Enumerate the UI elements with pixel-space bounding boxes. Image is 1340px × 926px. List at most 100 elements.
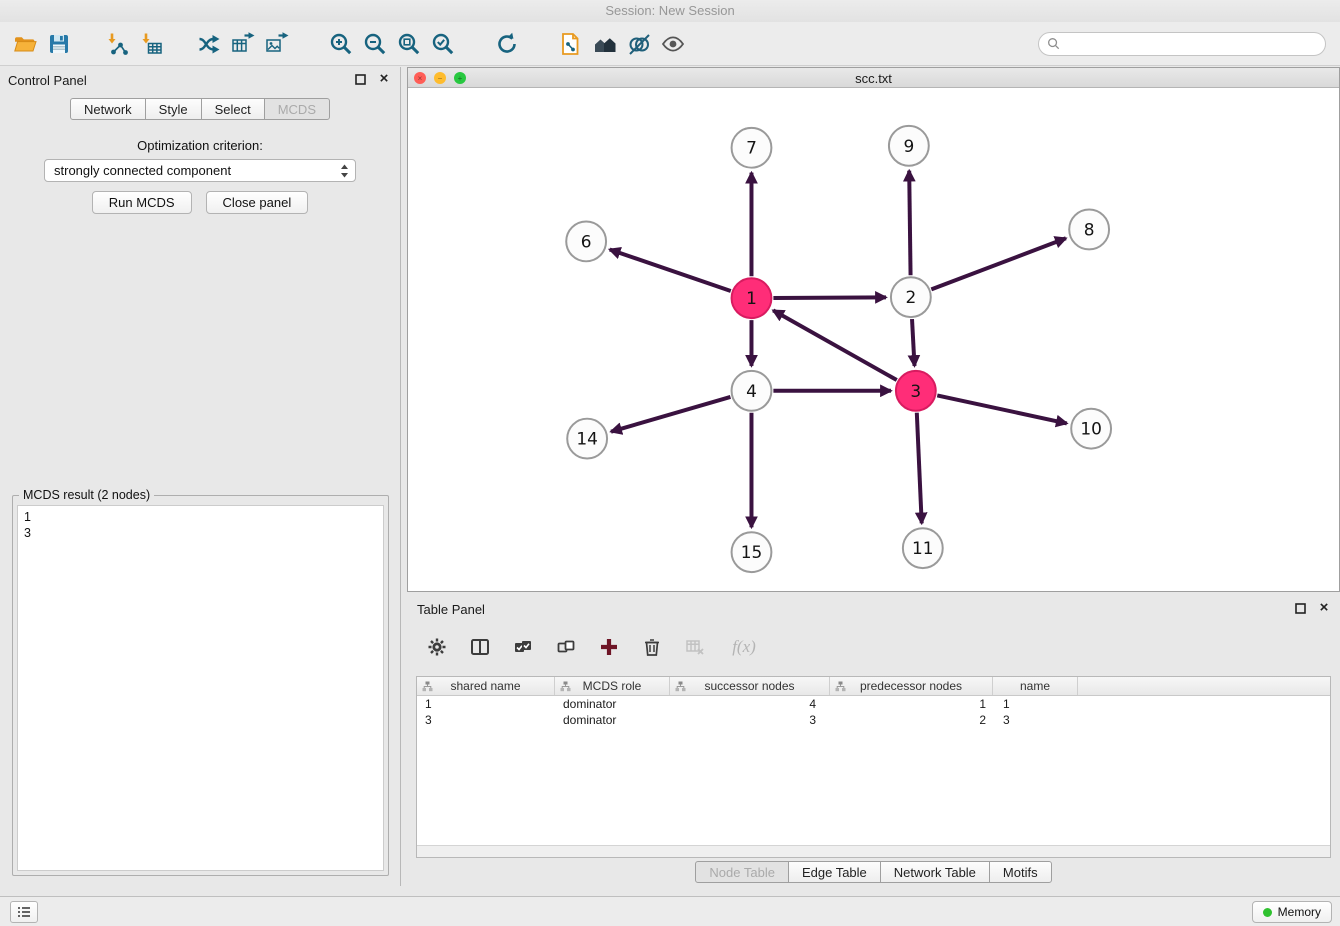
cell-shared-name[interactable]: 3 (417, 712, 555, 728)
mcds-result-groupbox: MCDS result (2 nodes) 1 3 (12, 495, 389, 876)
graph-edge-4-14[interactable] (611, 397, 730, 432)
import-network-button[interactable] (100, 27, 134, 61)
table-row[interactable]: 3 dominator 3 2 3 (417, 712, 1330, 728)
graph-node-4[interactable]: 4 (732, 371, 772, 411)
graph-edge-3-11[interactable] (917, 413, 922, 524)
venn-diagram-icon (626, 31, 652, 57)
unchecked-boxes-icon (556, 637, 576, 657)
clipboard-network-button[interactable] (554, 27, 588, 61)
column-label: predecessor nodes (860, 679, 962, 693)
tab-network-table[interactable]: Network Table (880, 861, 990, 883)
export-network-button[interactable] (192, 27, 226, 61)
column-header-mcds-role[interactable]: MCDS role (555, 677, 670, 695)
cell-successor-nodes[interactable]: 4 (670, 696, 830, 712)
graph-edge-2-9[interactable] (909, 171, 910, 276)
delete-table-button[interactable] (683, 635, 707, 659)
graph-node-8[interactable]: 8 (1069, 210, 1109, 250)
graph-node-11[interactable]: 11 (903, 528, 943, 568)
column-header-name[interactable]: name (993, 677, 1078, 695)
control-panel-title: Control Panel (8, 73, 87, 88)
select-all-columns-button[interactable] (511, 635, 535, 659)
venn-compare-button[interactable] (622, 27, 656, 61)
cell-predecessor-nodes[interactable]: 2 (830, 712, 993, 728)
network-canvas[interactable]: 7 9 6 8 1 2 4 3 14 10 15 11 (408, 89, 1339, 591)
save-floppy-icon (46, 31, 72, 57)
control-panel-header: Control Panel × (0, 67, 400, 93)
search-box[interactable] (1038, 32, 1326, 56)
ndex-home-button[interactable] (588, 27, 622, 61)
tab-motifs[interactable]: Motifs (989, 861, 1052, 883)
close-panel-icon[interactable]: × (1316, 600, 1332, 616)
network-graph[interactable]: 7 9 6 8 1 2 4 3 14 10 15 11 (408, 89, 1339, 591)
show-hide-button[interactable] (656, 27, 690, 61)
graph-edge-3-10[interactable] (937, 395, 1067, 423)
graph-edge-1-6[interactable] (610, 249, 731, 291)
column-header-successor-nodes[interactable]: successor nodes (670, 677, 830, 695)
column-header-predecessor-nodes[interactable]: predecessor nodes (830, 677, 993, 695)
float-panel-icon[interactable] (352, 71, 368, 87)
zoom-out-button[interactable] (358, 27, 392, 61)
tab-node-table[interactable]: Node Table (695, 861, 789, 883)
tab-style[interactable]: Style (145, 98, 202, 120)
function-builder-button[interactable]: f(x) (726, 635, 762, 659)
cell-successor-nodes[interactable]: 3 (670, 712, 830, 728)
tab-mcds[interactable]: MCDS (264, 98, 330, 120)
cell-predecessor-nodes[interactable]: 1 (830, 696, 993, 712)
graph-node-6[interactable]: 6 (566, 221, 606, 261)
table-settings-button[interactable] (425, 635, 449, 659)
graph-edge-3-1[interactable] (773, 310, 897, 380)
zoom-fit-button[interactable] (392, 27, 426, 61)
mcds-result-list[interactable]: 1 3 (17, 505, 384, 871)
import-table-button[interactable] (134, 27, 168, 61)
clipboard-network-icon (558, 31, 584, 57)
tab-network[interactable]: Network (70, 98, 146, 120)
table-row[interactable]: 1 dominator 4 1 1 (417, 696, 1330, 712)
close-panel-icon[interactable]: × (376, 71, 392, 87)
export-image-button[interactable] (260, 27, 294, 61)
open-session-button[interactable] (8, 27, 42, 61)
add-column-button[interactable] (597, 635, 621, 659)
float-panel-icon[interactable] (1292, 600, 1308, 616)
save-session-button[interactable] (42, 27, 76, 61)
deselect-all-columns-button[interactable] (554, 635, 578, 659)
cell-mcds-role[interactable]: dominator (555, 712, 670, 728)
search-input[interactable] (1065, 37, 1317, 51)
graph-node-1[interactable]: 1 (732, 278, 772, 318)
cell-mcds-role[interactable]: dominator (555, 696, 670, 712)
tab-edge-table[interactable]: Edge Table (788, 861, 881, 883)
graph-node-14[interactable]: 14 (567, 419, 607, 459)
memory-button[interactable]: Memory (1252, 901, 1332, 923)
cell-name[interactable]: 3 (993, 712, 1078, 728)
import-network-icon (104, 31, 130, 57)
refresh-layout-button[interactable] (490, 27, 524, 61)
task-history-button[interactable] (10, 901, 38, 923)
delete-table-icon (685, 637, 705, 657)
graph-node-label: 9 (903, 136, 914, 156)
graph-node-10[interactable]: 10 (1071, 409, 1111, 449)
table-tabs: Node Table Edge Table Network Table Moti… (407, 861, 1340, 883)
graph-edge-2-3[interactable] (912, 319, 914, 366)
graph-node-3[interactable]: 3 (896, 371, 936, 411)
plus-icon (599, 637, 619, 657)
graph-node-9[interactable]: 9 (889, 126, 929, 166)
table-horizontal-scrollbar[interactable] (417, 845, 1330, 857)
show-columns-button[interactable] (468, 635, 492, 659)
criterion-dropdown[interactable]: strongly connected component (44, 159, 356, 182)
graph-node-2[interactable]: 2 (891, 277, 931, 317)
zoom-in-button[interactable] (324, 27, 358, 61)
zoom-selected-button[interactable] (426, 27, 460, 61)
houses-icon (592, 31, 618, 57)
tab-select[interactable]: Select (201, 98, 265, 120)
network-window-titlebar[interactable]: × − + scc.txt (408, 68, 1339, 88)
column-header-shared-name[interactable]: shared name (417, 677, 555, 695)
delete-column-button[interactable] (640, 635, 664, 659)
graph-edge-1-2[interactable] (773, 297, 886, 298)
cell-name[interactable]: 1 (993, 696, 1078, 712)
run-mcds-button[interactable]: Run MCDS (92, 191, 192, 214)
graph-node-7[interactable]: 7 (732, 128, 772, 168)
export-table-button[interactable] (226, 27, 260, 61)
close-panel-button[interactable]: Close panel (206, 191, 309, 214)
graph-node-15[interactable]: 15 (732, 532, 772, 572)
cell-shared-name[interactable]: 1 (417, 696, 555, 712)
graph-edge-2-8[interactable] (931, 238, 1066, 289)
